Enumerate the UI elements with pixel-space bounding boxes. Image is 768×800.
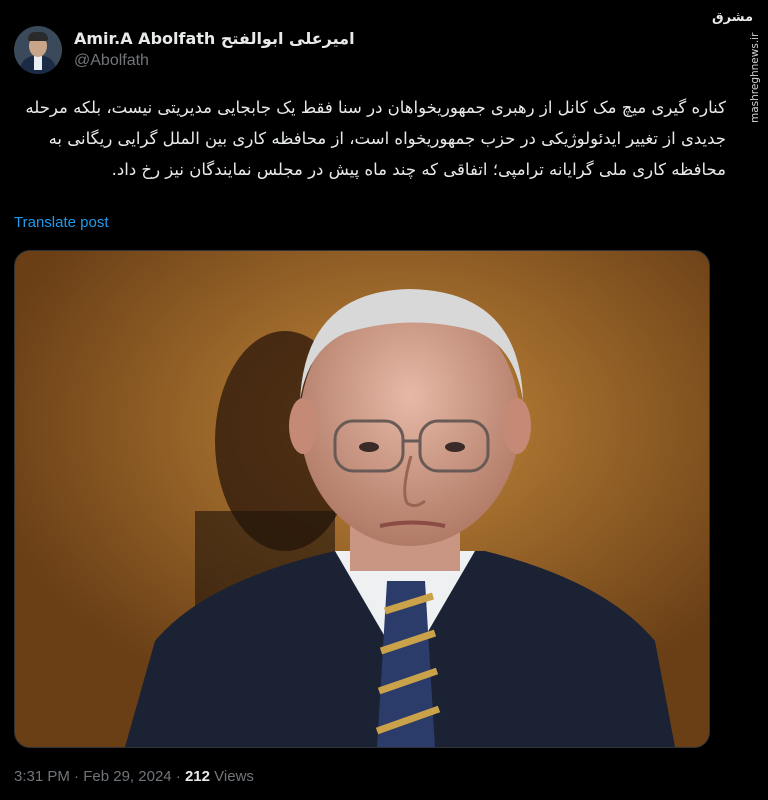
- site-url: mashreghnews.ir: [749, 32, 761, 123]
- site-logo: مشرق: [712, 10, 753, 25]
- views-count: 212: [184, 768, 210, 785]
- meta-separator-2: ·: [175, 768, 181, 785]
- author-handle[interactable]: @Abolfath: [74, 50, 355, 72]
- portrait-photo: [15, 251, 709, 747]
- avatar-hair: [28, 32, 48, 41]
- tweet-date[interactable]: Feb 29, 2024: [83, 768, 171, 785]
- tweet-header: Amir.A Abolfath امیرعلی ابوالفتح @Abolfa…: [14, 26, 355, 74]
- tweet-media-image[interactable]: [14, 250, 710, 748]
- tweet-meta: 3:31 PM · Feb 29, 2024 · 212 Views: [14, 768, 254, 785]
- avatar[interactable]: [14, 26, 62, 74]
- translate-post-link[interactable]: Translate post: [14, 214, 109, 231]
- tweet-text: کناره گیری میچ مک کانل از رهبری جمهوریخو…: [25, 98, 726, 179]
- views-label: Views: [214, 768, 254, 785]
- tweet-time[interactable]: 3:31 PM: [14, 768, 70, 785]
- avatar-shirt: [34, 56, 42, 70]
- meta-separator: ·: [74, 768, 80, 785]
- author-display-name[interactable]: Amir.A Abolfath امیرعلی ابوالفتح: [74, 28, 355, 50]
- author-names: Amir.A Abolfath امیرعلی ابوالفتح @Abolfa…: [74, 28, 355, 72]
